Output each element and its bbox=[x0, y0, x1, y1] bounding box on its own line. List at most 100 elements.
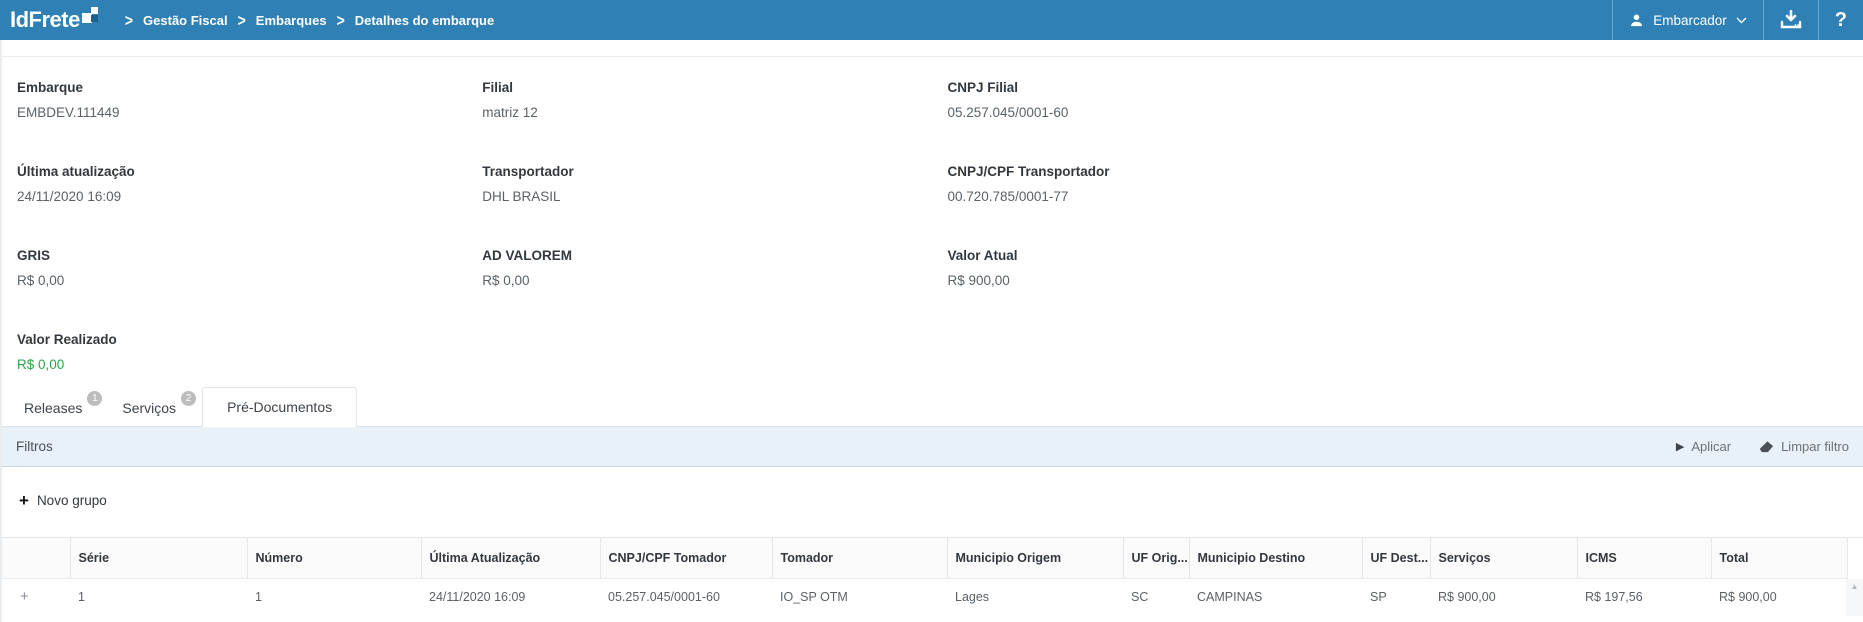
cell-municipio-origem: Lages bbox=[947, 578, 1123, 615]
pre-documents-table: Série Número Última Atualização CNPJ/CPF… bbox=[2, 537, 1863, 615]
field-label: Valor Atual bbox=[948, 248, 1383, 263]
column-municipio-origem[interactable]: Municipio Origem bbox=[947, 538, 1123, 578]
field-value: R$ 0,00 bbox=[17, 273, 452, 288]
cell-total: R$ 900,00 bbox=[1711, 578, 1848, 615]
chevron-right-icon: > bbox=[125, 10, 133, 29]
new-group-label: Novo grupo bbox=[37, 493, 107, 508]
app-logo-icon bbox=[82, 7, 99, 25]
tab-servicos[interactable]: Serviços 2 bbox=[108, 391, 202, 426]
field-ad-valorem: AD VALOREM R$ 0,00 bbox=[467, 234, 932, 318]
field-label: AD VALOREM bbox=[482, 248, 917, 263]
tab-count-badge: 1 bbox=[87, 391, 102, 406]
user-icon bbox=[1629, 13, 1644, 28]
filter-actions: ▶ Aplicar Limpar filtro bbox=[1676, 439, 1849, 454]
column-uf-destino[interactable]: UF Dest... bbox=[1362, 538, 1430, 578]
tab-pre-documentos[interactable]: Pré-Documentos bbox=[202, 387, 357, 427]
table-header-row: Série Número Última Atualização CNPJ/CPF… bbox=[2, 538, 1848, 578]
field-value-realized: R$ 0,00 bbox=[17, 357, 452, 372]
column-icms[interactable]: ICMS bbox=[1577, 538, 1711, 578]
field-valor-realizado: Valor Realizado R$ 0,00 bbox=[2, 318, 467, 389]
cell-tomador: IO_SP OTM bbox=[772, 578, 947, 615]
detail-tabs: Releases 1 Serviços 2 Pré-Documentos bbox=[2, 389, 1863, 427]
field-value: matriz 12 bbox=[482, 105, 917, 120]
clear-filter-label: Limpar filtro bbox=[1781, 439, 1849, 454]
help-button[interactable]: ? bbox=[1818, 0, 1863, 40]
scroll-up-icon: ▲ bbox=[1851, 582, 1859, 591]
field-label: CNPJ/CPF Transportador bbox=[948, 164, 1383, 179]
cell-ultima-atualizacao: 24/11/2020 16:09 bbox=[421, 578, 600, 615]
chevron-right-icon: > bbox=[238, 10, 246, 29]
apply-filter-button[interactable]: ▶ Aplicar bbox=[1676, 439, 1731, 454]
user-menu[interactable]: Embarcador bbox=[1612, 0, 1763, 40]
app-logo-text: IdFrete bbox=[10, 7, 80, 33]
tab-count-badge: 2 bbox=[181, 391, 196, 406]
column-serie[interactable]: Série bbox=[70, 538, 247, 578]
column-total[interactable]: Total bbox=[1711, 538, 1848, 578]
chevron-right-icon: > bbox=[337, 10, 345, 29]
cell-numero: 1 bbox=[247, 578, 421, 615]
user-menu-label: Embarcador bbox=[1653, 13, 1727, 28]
field-cnpj-filial: CNPJ Filial 05.257.045/0001-60 bbox=[933, 66, 1398, 150]
download-button[interactable] bbox=[1763, 0, 1818, 40]
cell-uf-destino: SP bbox=[1362, 578, 1430, 615]
field-value: R$ 900,00 bbox=[948, 273, 1383, 288]
top-navbar: IdFrete > Gestão Fiscal > Embarques > De… bbox=[0, 0, 1863, 40]
field-label: Valor Realizado bbox=[17, 332, 452, 347]
cell-uf-origem: SC bbox=[1123, 578, 1189, 615]
field-label: GRIS bbox=[17, 248, 452, 263]
plus-icon: + bbox=[19, 492, 29, 509]
app-logo[interactable]: IdFrete bbox=[10, 0, 99, 40]
apply-filter-label: Aplicar bbox=[1691, 439, 1731, 454]
column-numero[interactable]: Número bbox=[247, 538, 421, 578]
field-value: R$ 0,00 bbox=[482, 273, 917, 288]
tab-label: Releases bbox=[24, 400, 82, 416]
page-content: Embarque EMBDEV.111449 Filial matriz 12 … bbox=[0, 40, 1863, 622]
header-divider bbox=[2, 40, 1863, 57]
field-label: Embarque bbox=[17, 80, 452, 95]
new-group-button[interactable]: + Novo grupo bbox=[19, 492, 107, 509]
filter-group-row: + Novo grupo bbox=[2, 467, 1863, 537]
filters-bar: Filtros ▶ Aplicar Limpar filtro bbox=[2, 427, 1863, 467]
tab-label: Serviços bbox=[122, 400, 176, 416]
column-municipio-destino[interactable]: Municipio Destino bbox=[1189, 538, 1362, 578]
table-scrollbar[interactable]: ▲ bbox=[1846, 579, 1863, 616]
tab-releases[interactable]: Releases 1 bbox=[10, 391, 108, 426]
breadcrumb: > Gestão Fiscal > Embarques > Detalhes d… bbox=[115, 0, 494, 40]
filters-title: Filtros bbox=[16, 439, 53, 454]
column-cnpj-cpf-tomador[interactable]: CNPJ/CPF Tomador bbox=[600, 538, 772, 578]
field-ultima-atualizacao: Última atualização 24/11/2020 16:09 bbox=[2, 150, 467, 234]
chevron-down-icon bbox=[1736, 17, 1747, 24]
field-gris: GRIS R$ 0,00 bbox=[2, 234, 467, 318]
field-value: DHL BRASIL bbox=[482, 189, 917, 204]
cell-municipio-destino: CAMPINAS bbox=[1189, 578, 1362, 615]
field-valor-atual: Valor Atual R$ 900,00 bbox=[933, 234, 1398, 318]
expand-row-icon[interactable]: + bbox=[2, 578, 70, 615]
cell-serie: 1 bbox=[70, 578, 247, 615]
field-filial: Filial matriz 12 bbox=[467, 66, 932, 150]
eraser-icon bbox=[1759, 440, 1774, 454]
column-uf-origem[interactable]: UF Orig... bbox=[1123, 538, 1189, 578]
field-value: 24/11/2020 16:09 bbox=[17, 189, 452, 204]
navbar-actions: Embarcador ? bbox=[1612, 0, 1863, 40]
breadcrumb-gestao-fiscal[interactable]: Gestão Fiscal bbox=[143, 13, 228, 28]
cell-cnpj-cpf-tomador: 05.257.045/0001-60 bbox=[600, 578, 772, 615]
field-transportador: Transportador DHL BRASIL bbox=[467, 150, 932, 234]
column-expand bbox=[2, 538, 70, 578]
shipment-details: Embarque EMBDEV.111449 Filial matriz 12 … bbox=[2, 57, 1863, 389]
field-label: Filial bbox=[482, 80, 917, 95]
clear-filter-button[interactable]: Limpar filtro bbox=[1759, 439, 1849, 454]
breadcrumb-embarques[interactable]: Embarques bbox=[256, 13, 327, 28]
field-label: Transportador bbox=[482, 164, 917, 179]
tab-label: Pré-Documentos bbox=[227, 399, 332, 415]
column-ultima-atualizacao[interactable]: Última Atualização bbox=[421, 538, 600, 578]
field-embarque: Embarque EMBDEV.111449 bbox=[2, 66, 467, 150]
cell-servicos: R$ 900,00 bbox=[1430, 578, 1577, 615]
field-value: EMBDEV.111449 bbox=[17, 105, 452, 120]
breadcrumb-detalhes-do-embarque[interactable]: Detalhes do embarque bbox=[355, 13, 494, 28]
play-icon: ▶ bbox=[1676, 440, 1684, 453]
column-tomador[interactable]: Tomador bbox=[772, 538, 947, 578]
column-servicos[interactable]: Serviços bbox=[1430, 538, 1577, 578]
field-label: CNPJ Filial bbox=[948, 80, 1383, 95]
download-icon bbox=[1780, 10, 1802, 30]
cell-icms: R$ 197,56 bbox=[1577, 578, 1711, 615]
